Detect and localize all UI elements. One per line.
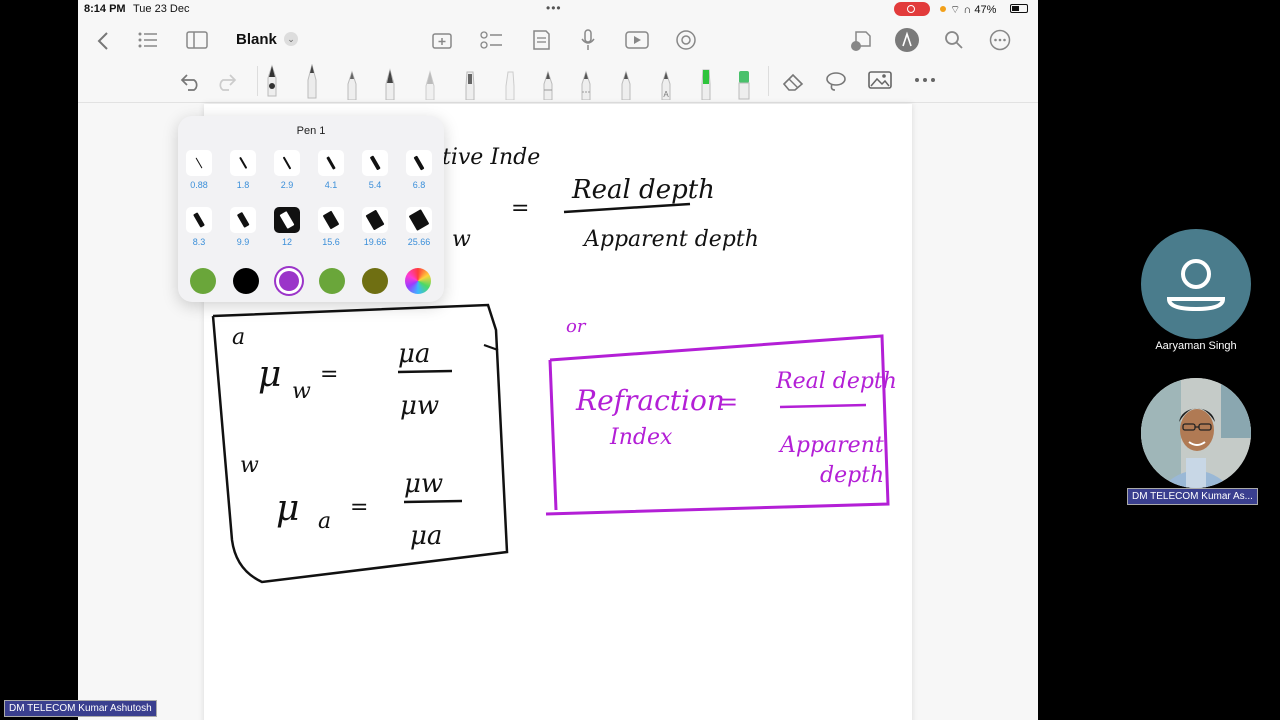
w-fragment-text: w: [452, 227, 471, 252]
pen-width-stroke-icon: [239, 156, 247, 170]
equals-sign: =: [511, 196, 529, 221]
pen-width-option-9.9[interactable]: [230, 207, 256, 233]
purple-fraction-bar: [779, 403, 867, 409]
equals-sign-purple: =: [718, 388, 738, 416]
equals-sign-2: =: [320, 362, 338, 387]
pen-width-label: 0.88: [190, 180, 208, 190]
pen-width-stroke-icon: [279, 211, 295, 229]
color-swatch[interactable]: [319, 268, 345, 294]
mu-w-numerator: μw: [404, 469, 443, 499]
pen-width-stroke-icon: [408, 209, 430, 231]
subscript-a: a: [318, 509, 331, 534]
mu-a-numerator: μa: [398, 339, 430, 369]
pen-settings-popover: Pen 1 0.88 1.8 2.9 4.1 5.4 6.8 8.3 9.9 12 15.6 19.…: [178, 116, 444, 302]
pen-width-stroke-icon: [369, 155, 381, 171]
color-picker-icon[interactable]: [405, 268, 431, 294]
pen-width-stroke-icon: [282, 156, 292, 170]
mu-w-denominator: μw: [400, 391, 439, 421]
pen-width-option-5.4[interactable]: [362, 150, 388, 176]
superscript-a: a: [232, 325, 245, 350]
pen-width-stroke-icon: [236, 212, 250, 228]
pen-width-option-4.1[interactable]: [318, 150, 344, 176]
presenter-name-tag: DM TELECOM Kumar Ashutosh: [4, 700, 157, 717]
participant-video[interactable]: [1141, 378, 1251, 488]
index-text: Index: [609, 425, 673, 450]
pen-width-label: 5.4: [368, 180, 382, 190]
pen-width-stroke-icon: [413, 155, 425, 171]
pen-width-label: 4.1: [324, 180, 338, 190]
pen-width-label: 2.9: [280, 180, 294, 190]
partial-heading-text: tive Inde: [442, 145, 540, 170]
mu-symbol-2: μ: [276, 488, 299, 529]
pen-width-stroke-icon: [195, 157, 203, 169]
pen-width-option-15.6[interactable]: [318, 207, 344, 233]
color-swatch[interactable]: [233, 268, 259, 294]
pen-width-stroke-icon: [193, 212, 205, 228]
participant-name-2: DM TELECOM Kumar As...: [1127, 488, 1258, 505]
pen-width-option-8.3[interactable]: [186, 207, 212, 233]
pen-width-option-19.66[interactable]: [362, 207, 388, 233]
apparent-depth-text: Apparent depth: [582, 227, 759, 252]
pen-width-label: 1.8: [236, 180, 250, 190]
color-swatch[interactable]: [362, 268, 388, 294]
or-text: or: [566, 316, 587, 337]
pen-width-label: 15.6: [322, 237, 340, 247]
person-icon: [1166, 259, 1226, 312]
refraction-text: Refraction: [575, 384, 725, 417]
pen-width-label: 25.66: [407, 237, 431, 247]
participant-name-1: Aaryaman Singh: [1155, 340, 1237, 352]
pen-width-option-25.66[interactable]: [406, 207, 432, 233]
color-swatch[interactable]: [190, 268, 216, 294]
handwriting-canvas[interactable]: tive Inde Real depth Apparent depth = w …: [0, 0, 1280, 720]
pen-width-label: 9.9: [236, 237, 250, 247]
mu-a-denominator: μa: [410, 521, 442, 551]
pen-width-option-0.88[interactable]: [186, 150, 212, 176]
real-depth-purple-text: Real depth: [775, 369, 897, 394]
pen-width-label: 19.66: [363, 237, 387, 247]
fraction-bar-2: [397, 369, 453, 374]
pen-width-label: 12: [281, 237, 292, 247]
pen-width-stroke-icon: [365, 209, 385, 231]
pen-width-label: 6.8: [412, 180, 426, 190]
pen-popover-title: Pen 1: [296, 125, 326, 137]
fraction-bar-1: [563, 202, 691, 214]
apparent-purple-text: Apparent: [778, 433, 884, 458]
real-depth-text: Real depth: [571, 175, 715, 205]
subscript-w: w: [292, 379, 311, 404]
fraction-bar-3: [403, 499, 463, 504]
pen-width-stroke-icon: [322, 210, 340, 230]
pen-width-option-12[interactable]: [274, 207, 300, 233]
pen-width-option-1.8[interactable]: [230, 150, 256, 176]
equals-sign-3: =: [350, 495, 368, 520]
formula-box-outline: [211, 303, 509, 584]
pen-width-option-2.9[interactable]: [274, 150, 300, 176]
pen-width-label: 8.3: [192, 237, 206, 247]
pen-width-stroke-icon: [326, 156, 336, 170]
purple-box-left: [548, 359, 558, 511]
participant-avatar[interactable]: [1141, 229, 1251, 339]
mu-symbol-1: μ: [258, 354, 281, 395]
superscript-w: w: [240, 453, 259, 478]
pen-width-option-6.8[interactable]: [406, 150, 432, 176]
participant-video-feed: [1141, 378, 1251, 488]
depth-purple-text: depth: [820, 463, 884, 488]
color-swatch[interactable]: [276, 268, 302, 294]
